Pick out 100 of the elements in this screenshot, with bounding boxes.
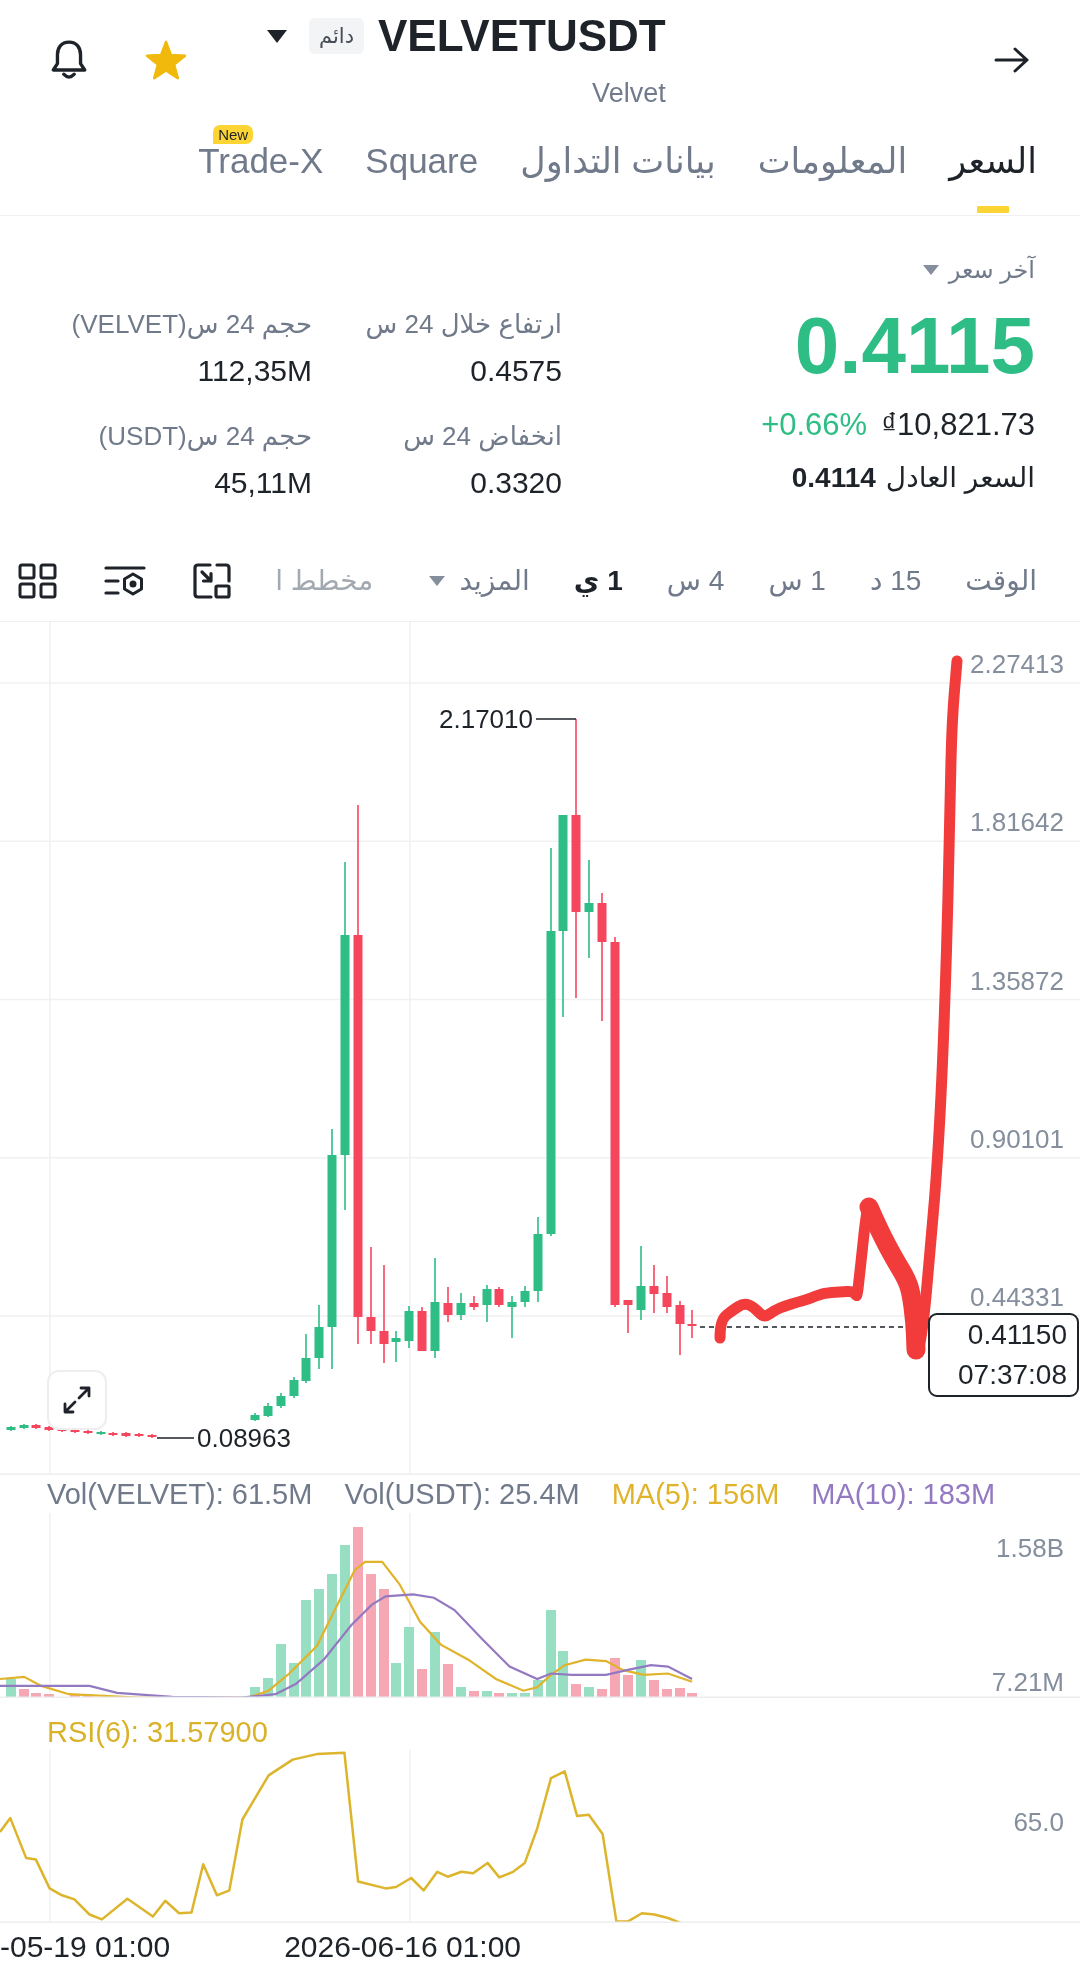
caret-down-icon bbox=[429, 575, 446, 586]
volume-bar bbox=[276, 1644, 286, 1698]
falling-candle bbox=[662, 1275, 672, 1314]
interval-tab[interactable]: 1 س bbox=[768, 562, 826, 599]
expand-icon bbox=[62, 1385, 92, 1415]
falling-candle bbox=[623, 1299, 633, 1334]
volume-bar bbox=[289, 1663, 299, 1698]
volume-bar bbox=[623, 1675, 633, 1698]
caret-down-icon[interactable] bbox=[267, 29, 287, 43]
last-price: 0.4115 bbox=[794, 306, 1035, 386]
volume-bar bbox=[610, 1658, 620, 1698]
rising-candle bbox=[391, 1330, 401, 1363]
expand-button[interactable] bbox=[47, 1370, 107, 1430]
price-change: +0.66% bbox=[761, 407, 868, 443]
tab[interactable]: بيانات التداول bbox=[520, 125, 716, 215]
rising-candle bbox=[520, 1285, 530, 1308]
tab[interactable]: Trade-X New bbox=[198, 125, 324, 215]
rising-candle bbox=[301, 1333, 311, 1384]
falling-candle bbox=[108, 1431, 118, 1437]
volume-axis-label: 1.58B bbox=[996, 1533, 1064, 1563]
falling-candle bbox=[494, 1286, 504, 1308]
volume-bar bbox=[417, 1669, 427, 1698]
rising-candle bbox=[250, 1412, 260, 1422]
bell-icon[interactable] bbox=[50, 39, 88, 81]
arrow-right-icon[interactable] bbox=[994, 46, 1030, 74]
star-icon[interactable] bbox=[145, 40, 187, 80]
indicator-legend: Vol(USDT): 25.4M bbox=[344, 1477, 580, 1511]
rising-candle bbox=[482, 1284, 492, 1323]
interval-tab[interactable]: 1 ي bbox=[573, 562, 623, 599]
contract-badge: دائم bbox=[309, 18, 364, 54]
stat-label: حجم 24 س(USDT) bbox=[98, 420, 312, 452]
volume-bar bbox=[494, 1693, 504, 1698]
grid-icon[interactable] bbox=[18, 562, 58, 599]
volume-bar bbox=[250, 1687, 260, 1698]
indicator-legend: Vol(VELVET): 61.5M bbox=[47, 1477, 313, 1511]
rsi-legend: RSI(6): 31.57900 bbox=[47, 1716, 268, 1748]
more-dropdown[interactable]: المزيد bbox=[429, 562, 530, 599]
time-axis-label: 2026-06-16 01:00 bbox=[284, 1929, 521, 1965]
high-price-label: 2.17010 bbox=[439, 704, 533, 734]
rising-candle bbox=[314, 1304, 324, 1370]
volume-bar bbox=[443, 1664, 453, 1698]
price-type-label[interactable]: آخر سعر bbox=[948, 255, 1035, 285]
indicator-legend: MA(5): 156M bbox=[611, 1477, 780, 1511]
leader-line bbox=[535, 718, 577, 720]
volume-bar bbox=[19, 1689, 29, 1698]
volume-bar bbox=[662, 1689, 672, 1698]
volume-bar bbox=[31, 1693, 41, 1698]
tab[interactable]: Square bbox=[365, 125, 479, 215]
volume-bar bbox=[687, 1693, 697, 1698]
resize-icon[interactable] bbox=[193, 562, 232, 599]
falling-candle bbox=[147, 1433, 157, 1439]
falling-candle bbox=[469, 1295, 479, 1311]
interval-tab[interactable]: 4 س bbox=[666, 562, 725, 599]
volume-bar bbox=[430, 1632, 440, 1698]
stat-value: 0.3320 bbox=[470, 467, 562, 499]
rsi-axis-label: 65.0 bbox=[1013, 1807, 1064, 1837]
volume-bar bbox=[571, 1684, 581, 1698]
price-axis-label: 1.35872 bbox=[970, 965, 1064, 996]
tab[interactable]: المعلومات bbox=[757, 125, 908, 215]
volume-bar bbox=[404, 1627, 414, 1698]
time-axis-label: -05-19 01:00 bbox=[0, 1929, 171, 1965]
rising-candle bbox=[96, 1430, 106, 1436]
indicator-legend: MA(10): 183M bbox=[811, 1477, 996, 1511]
stat-label: حجم 24 س(VELVET) bbox=[71, 308, 312, 340]
rising-candle bbox=[263, 1402, 273, 1418]
volume-bar bbox=[675, 1688, 685, 1698]
stat-label: ارتفاع خلال 24 س bbox=[365, 308, 562, 340]
fair-price-value: 0.4114 bbox=[791, 462, 876, 494]
volume-bar bbox=[469, 1691, 479, 1698]
falling-candle bbox=[687, 1309, 697, 1339]
price-axis-label: 1.81642 bbox=[970, 807, 1064, 838]
time-label: الوقت bbox=[965, 563, 1037, 599]
interval-tab[interactable]: 15 د bbox=[869, 562, 922, 599]
price-axis-label: 2.27413 bbox=[970, 649, 1064, 679]
falling-candle bbox=[443, 1286, 453, 1323]
volume-bar bbox=[597, 1689, 607, 1698]
low-price-label: 0.08963 bbox=[197, 1423, 291, 1453]
rising-candle bbox=[276, 1392, 286, 1409]
rising-candle bbox=[289, 1376, 299, 1399]
rising-candle bbox=[507, 1295, 517, 1339]
chart-mode-label[interactable]: مخطط ا bbox=[275, 562, 374, 599]
volume-bar bbox=[44, 1694, 54, 1698]
tab[interactable]: السعر bbox=[949, 125, 1037, 215]
new-badge: New bbox=[213, 125, 254, 144]
indicator-icon[interactable] bbox=[104, 563, 147, 598]
rising-candle bbox=[19, 1423, 29, 1430]
stat-value: 0.4575 bbox=[470, 355, 562, 387]
pair-symbol[interactable]: VELVETUSDT bbox=[378, 12, 666, 60]
volume-axis-label: 7.21M bbox=[991, 1667, 1064, 1697]
last-price-value: 0.41150 bbox=[967, 1318, 1067, 1352]
stat-value: 45,11M bbox=[214, 467, 312, 499]
coin-name: Velvet bbox=[592, 78, 666, 108]
falling-candle bbox=[649, 1264, 659, 1314]
volume-bar bbox=[6, 1679, 16, 1698]
fiat-value: ₫10,821.73 bbox=[881, 407, 1035, 443]
rising-candle bbox=[456, 1292, 466, 1321]
volume-bar bbox=[636, 1660, 646, 1698]
falling-candle bbox=[83, 1429, 93, 1435]
leader-line bbox=[156, 1437, 195, 1439]
stat-value: 112,35M bbox=[197, 355, 312, 387]
